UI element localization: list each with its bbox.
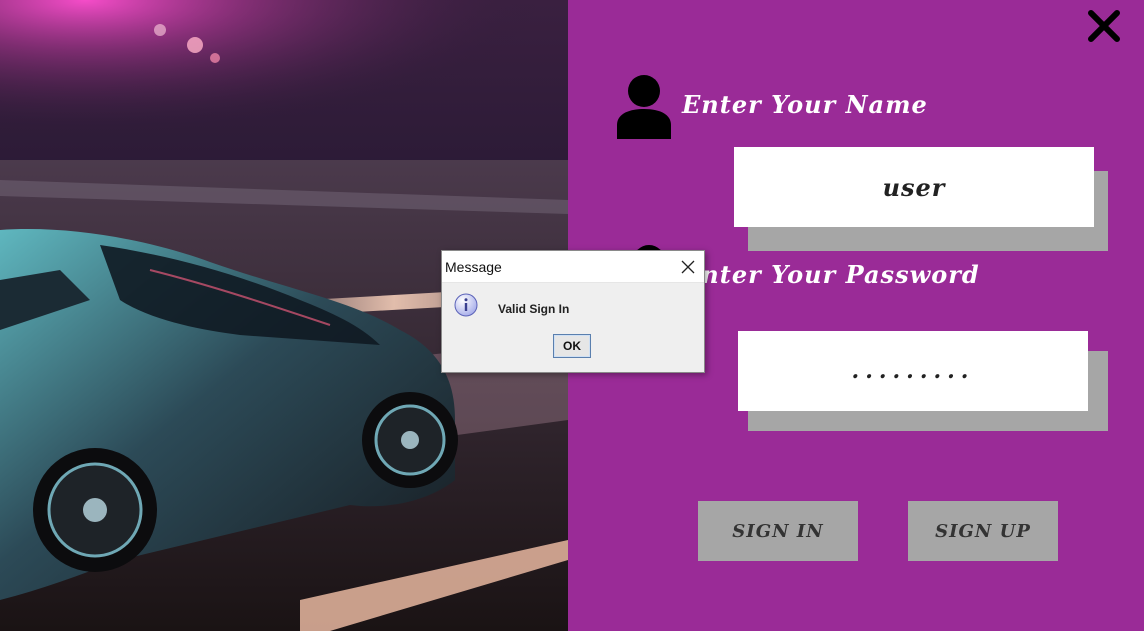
dialog-message: Valid Sign In bbox=[498, 302, 570, 316]
name-input[interactable]: user bbox=[734, 147, 1094, 227]
sign-up-button[interactable]: SIGN UP bbox=[908, 501, 1058, 561]
close-x-icon[interactable] bbox=[1086, 8, 1122, 44]
info-icon bbox=[454, 293, 478, 317]
ok-button[interactable]: OK bbox=[553, 334, 591, 358]
password-label: Enter Your Password bbox=[682, 260, 980, 289]
dialog-title: Message bbox=[445, 259, 502, 275]
user-icon bbox=[617, 75, 671, 139]
sign-in-button[interactable]: SIGN IN bbox=[698, 501, 858, 561]
password-input[interactable]: ......... bbox=[738, 331, 1088, 411]
name-label: Enter Your Name bbox=[682, 90, 928, 119]
message-dialog: Message Valid Sign In OK bbox=[441, 250, 705, 373]
dialog-title-bar[interactable]: Message bbox=[442, 251, 704, 283]
dialog-close-icon[interactable] bbox=[678, 257, 698, 277]
